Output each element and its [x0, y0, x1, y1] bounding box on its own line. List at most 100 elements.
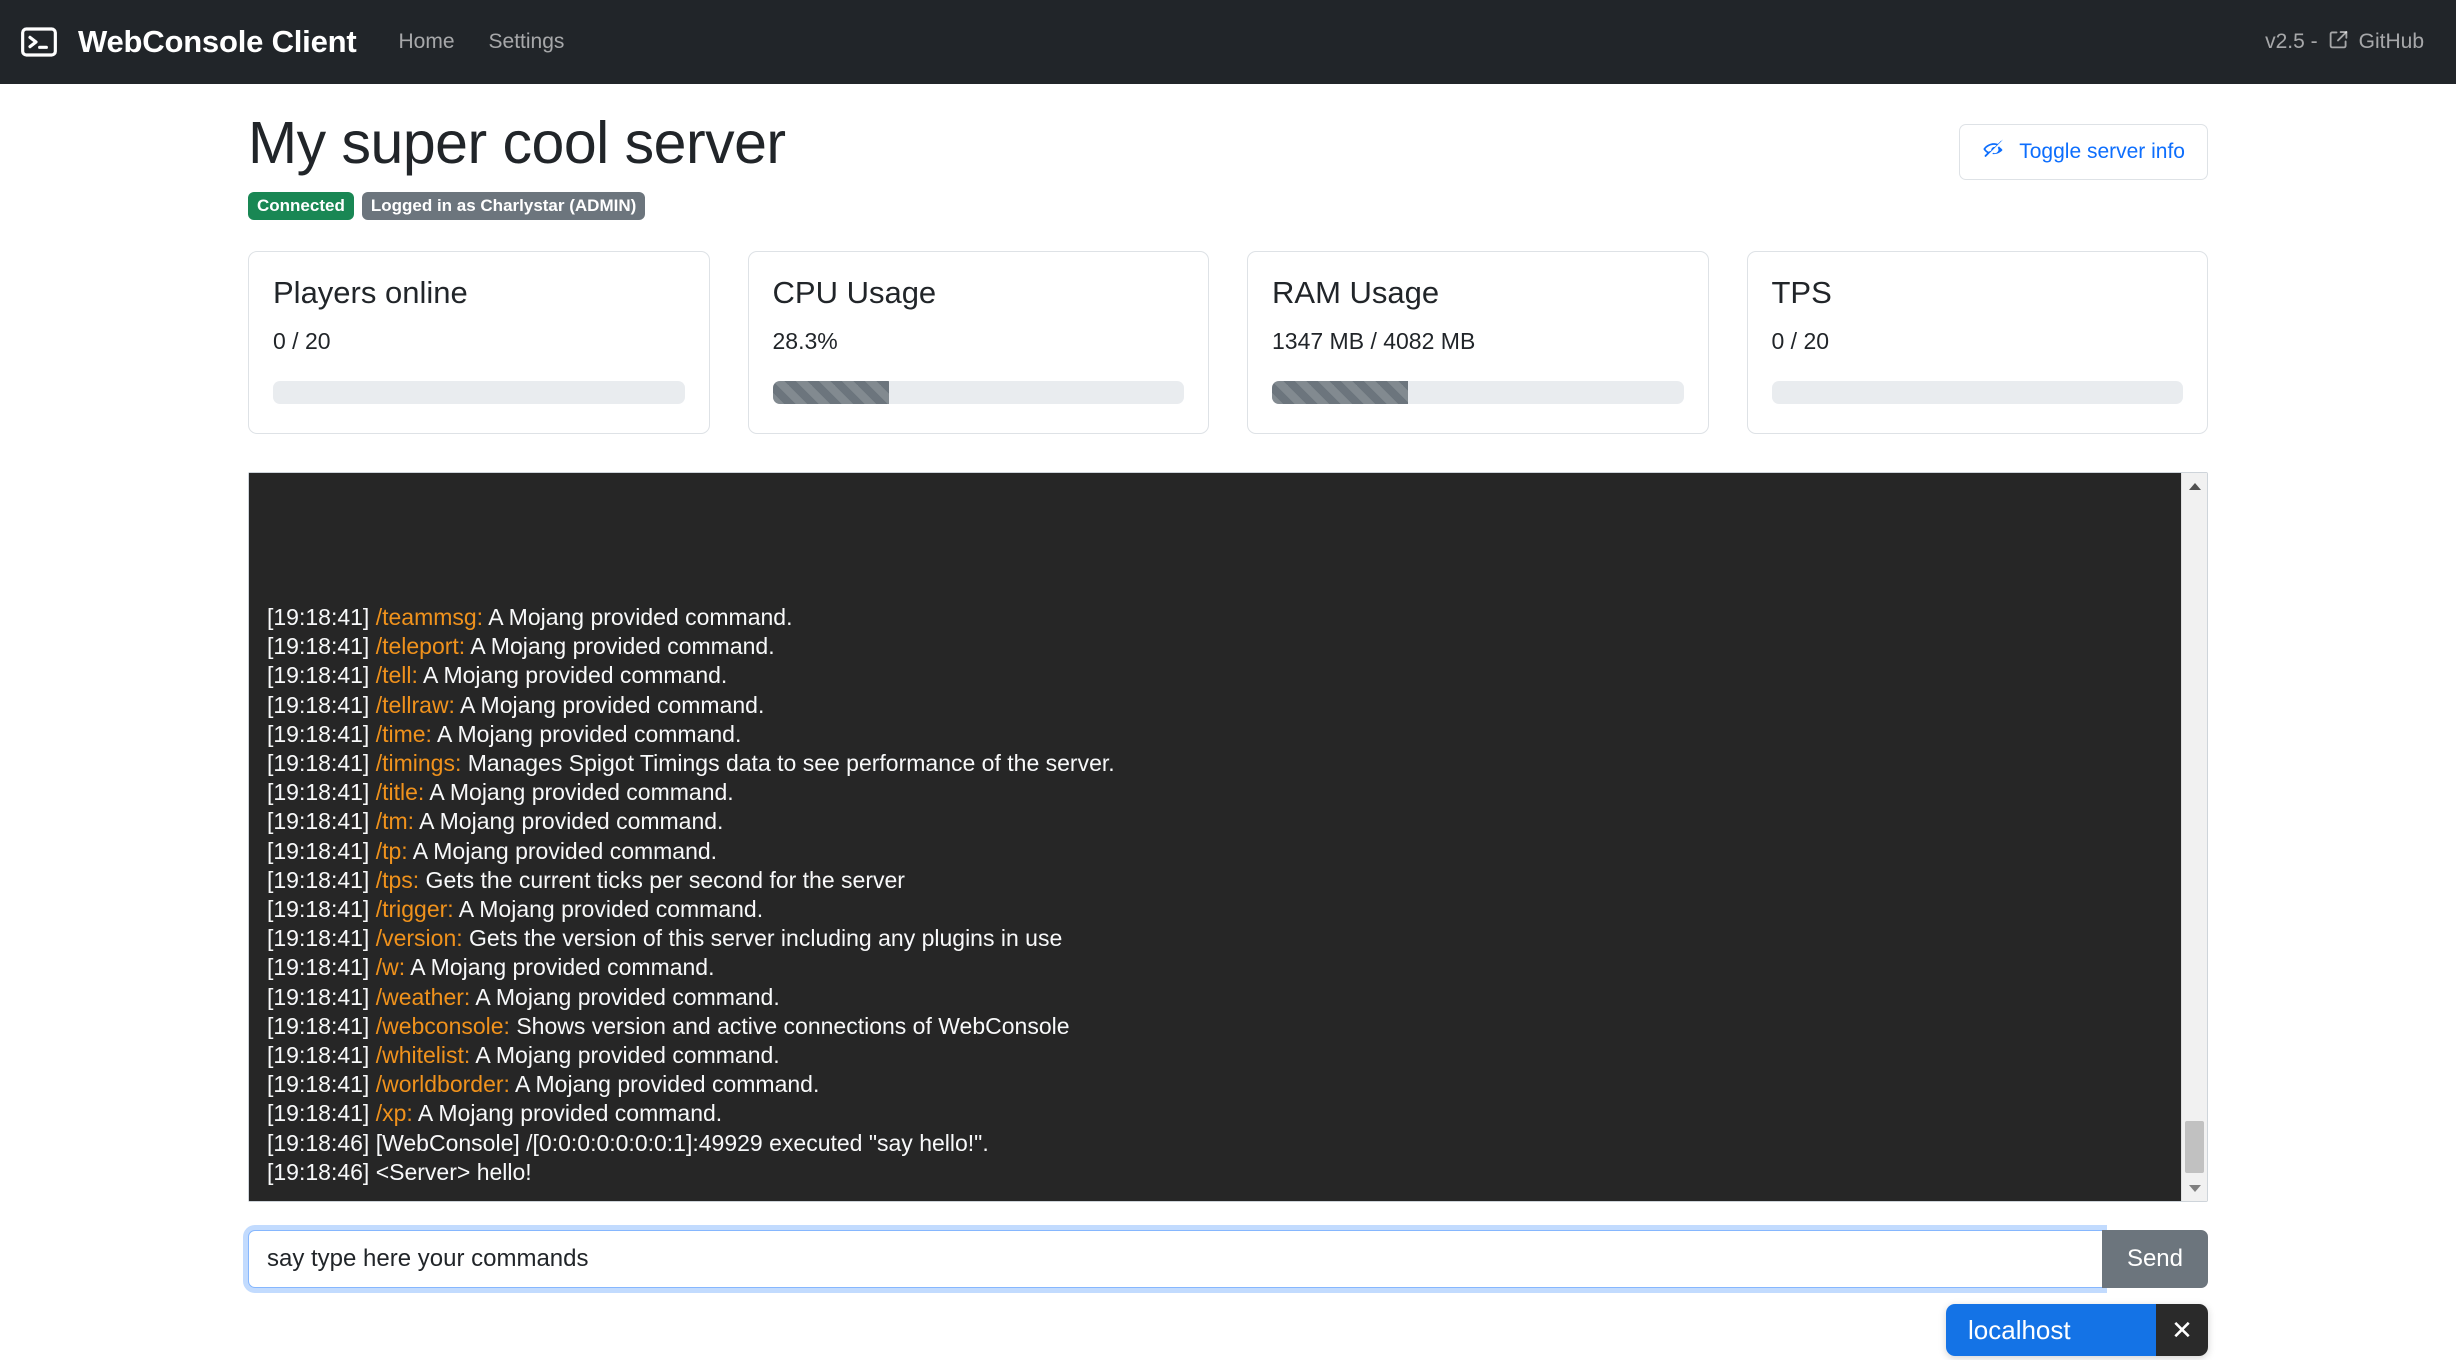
stat-card-ram-usage: RAM Usage 1347 MB / 4082 MB: [1247, 251, 1709, 434]
console-line-timestamp: [19:18:41]: [267, 691, 376, 718]
caret-down-icon[interactable]: [2182, 1175, 2208, 1201]
status-badge-login: Logged in as Charlystar (ADMIN): [361, 192, 646, 220]
console-line-timestamp: [19:18:41]: [267, 866, 376, 893]
console-line-message: A Mojang provided command.: [424, 779, 734, 806]
console-line: [19:18:41] /tp: A Mojang provided comman…: [267, 837, 2163, 866]
toggle-server-info-button[interactable]: Toggle server info: [1959, 124, 2208, 180]
top-navbar: WebConsole Client Home Settings v2.5 - G…: [0, 0, 2456, 84]
console-line-timestamp: [19:18:41]: [267, 749, 376, 776]
main-container: My super cool server Toggle server info …: [248, 84, 2208, 1356]
console-line-timestamp: [19:18:41]: [267, 1012, 376, 1039]
console-line-timestamp: [19:18:41]: [267, 954, 376, 981]
brand-title: WebConsole Client: [78, 24, 357, 59]
console-line: [19:18:41] /webconsole: Shows version an…: [267, 1012, 2163, 1041]
console-line-message: Gets the current ticks per second for th…: [419, 866, 905, 893]
close-icon[interactable]: ✕: [2156, 1304, 2208, 1356]
stat-card-title: CPU Usage: [772, 275, 937, 310]
progress-fill: [772, 381, 889, 405]
console-line: [19:18:41] /time: A Mojang provided comm…: [267, 720, 2163, 749]
stat-card-title: Players online: [273, 275, 468, 310]
stat-card-value: 28.3%: [772, 328, 838, 355]
stat-card-tps: TPS 0 / 20: [1746, 251, 2208, 434]
console-line-message: <Server> hello!: [375, 1158, 532, 1185]
command-input[interactable]: [248, 1230, 2102, 1288]
console-line: [19:18:41] /tm: A Mojang provided comman…: [267, 807, 2163, 836]
console-line-command: /version:: [375, 925, 463, 952]
version-label: v2.5 -: [2265, 30, 2318, 53]
console-panel: [19:18:41] /teammsg: A Mojang provided c…: [248, 472, 2208, 1202]
console-line-message: Gets the version of this server includin…: [462, 925, 1063, 952]
cpu-usage-progress: [772, 381, 1184, 405]
terminal-icon: [18, 21, 60, 63]
nav-links: Home Settings: [399, 30, 565, 54]
console-line-message: A Mojang provided command.: [431, 720, 742, 747]
console-line: [19:18:41] /tellraw: A Mojang provided c…: [267, 691, 2163, 720]
console-line: [19:18:41] /timings: Manages Spigot Timi…: [267, 749, 2163, 778]
console-line-command: /tell:: [375, 662, 418, 689]
console-line-message: A Mojang provided command.: [414, 808, 724, 835]
console-line-command: /time:: [375, 720, 432, 747]
console-line-command: /tm:: [375, 808, 415, 835]
stat-card-value: 0 / 20: [273, 328, 331, 355]
github-label: GitHub: [2358, 30, 2424, 53]
console-line-message: A Mojang provided command.: [407, 837, 718, 864]
console-line-message: A Mojang provided command.: [470, 1041, 780, 1068]
console-line-timestamp: [19:18:46]: [267, 1158, 376, 1185]
console-line-timestamp: [19:18:41]: [267, 633, 376, 660]
scrollbar-track[interactable]: [2182, 499, 2207, 1175]
scrollbar-thumb[interactable]: [2185, 1121, 2204, 1173]
console-line-timestamp: [19:18:41]: [267, 837, 376, 864]
tps-progress: [1771, 381, 2183, 405]
caret-up-icon[interactable]: [2182, 473, 2208, 499]
stat-card-cpu-usage: CPU Usage 28.3%: [747, 251, 1209, 434]
console-line-timestamp: [19:18:41]: [267, 720, 376, 747]
console-line-message: A Mojang provided command.: [465, 633, 775, 660]
toast-message: localhost: [1946, 1304, 2156, 1356]
console-line-command: /whitelist:: [375, 1041, 471, 1068]
console-line: [19:18:46] <Server> hello!: [267, 1158, 2163, 1187]
navbar-right: v2.5 - GitHub: [2265, 29, 2424, 56]
nav-link-settings[interactable]: Settings: [489, 30, 565, 54]
send-button[interactable]: Send: [2101, 1230, 2208, 1288]
console-line: [19:18:41] /whitelist: A Mojang provided…: [267, 1041, 2163, 1070]
command-bar: Send: [248, 1230, 2208, 1288]
progress-fill: [1272, 381, 1408, 405]
toast-notification: localhost ✕: [1946, 1304, 2208, 1356]
ram-usage-progress: [1272, 381, 1684, 405]
console-line-timestamp: [19:18:41]: [267, 603, 376, 630]
console-line-message: Shows version and active connections of …: [509, 1012, 1070, 1039]
github-link[interactable]: GitHub: [2328, 29, 2424, 56]
console-line-command: /tellraw:: [375, 691, 455, 718]
console-line-message: A Mojang provided command.: [405, 954, 715, 981]
console-line-command: /title:: [375, 779, 425, 806]
stat-cards: Players online 0 / 20 CPU Usage 28.3% RA…: [248, 251, 2208, 434]
console-line: [19:18:41] /worldborder: A Mojang provid…: [267, 1070, 2163, 1099]
console-line-command: /worldborder:: [375, 1071, 510, 1098]
console-line-timestamp: [19:18:41]: [267, 1041, 376, 1068]
console-line: [19:18:41] /tell: A Mojang provided comm…: [267, 661, 2163, 690]
console-line-command: /weather:: [375, 983, 471, 1010]
console-line: [19:18:41] /trigger: A Mojang provided c…: [267, 895, 2163, 924]
console-line: [19:18:41] /version: Gets the version of…: [267, 924, 2163, 953]
console-output[interactable]: [19:18:41] /teammsg: A Mojang provided c…: [249, 473, 2181, 1201]
console-line-timestamp: [19:18:46]: [267, 1129, 376, 1156]
console-scrollbar[interactable]: [2181, 473, 2207, 1201]
brand[interactable]: WebConsole Client: [18, 21, 357, 63]
console-line: [19:18:46] [WebConsole] /[0:0:0:0:0:0:0:…: [267, 1129, 2163, 1158]
stat-card-title: TPS: [1771, 275, 1832, 310]
console-line-timestamp: [19:18:41]: [267, 983, 376, 1010]
console-line-message: Manages Spigot Timings data to see perfo…: [461, 749, 1115, 776]
console-line-message: A Mojang provided command.: [417, 662, 728, 689]
console-line: [19:18:41] /teammsg: A Mojang provided c…: [267, 603, 2163, 632]
stat-card-title: RAM Usage: [1272, 275, 1440, 310]
console-line: [19:18:41] /w: A Mojang provided command…: [267, 953, 2163, 982]
console-line-timestamp: [19:18:41]: [267, 895, 376, 922]
nav-link-home[interactable]: Home: [399, 30, 455, 54]
console-line-command: /timings:: [375, 749, 462, 776]
status-badge-connected: Connected: [248, 192, 354, 220]
console-line-command: /xp:: [375, 1100, 413, 1127]
console-line-message: [WebConsole] /[0:0:0:0:0:0:0:1]:49929 ex…: [375, 1129, 989, 1156]
console-line-message: A Mojang provided command.: [483, 603, 793, 630]
console-line-message: A Mojang provided command.: [470, 983, 780, 1010]
console-lines: [19:18:41] /teammsg: A Mojang provided c…: [249, 603, 2181, 1187]
